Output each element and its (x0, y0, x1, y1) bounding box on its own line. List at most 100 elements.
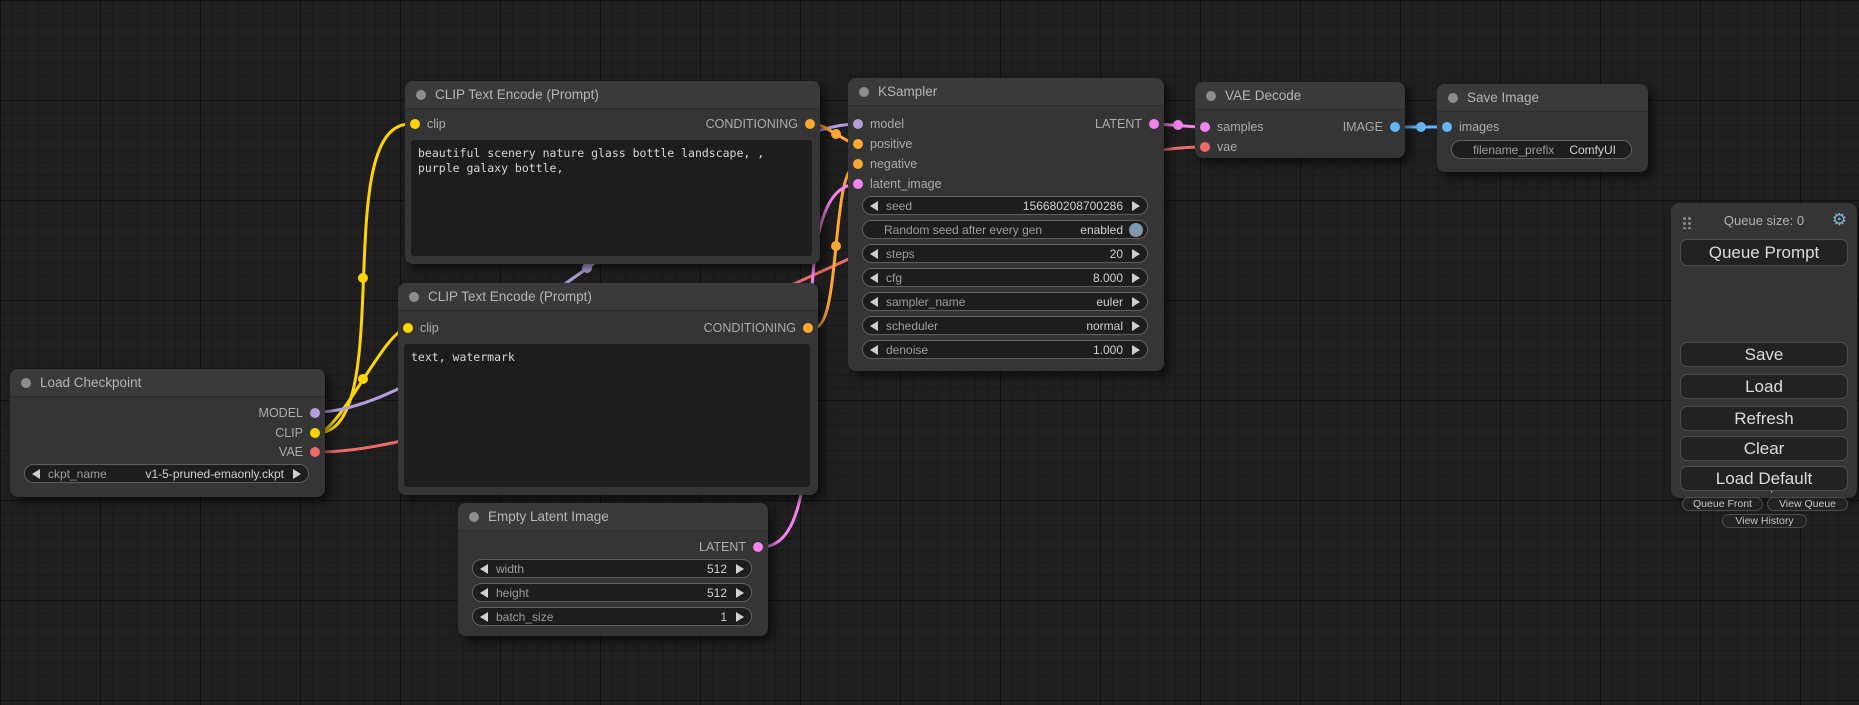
widget-height[interactable]: height 512 (472, 583, 752, 602)
queue-prompt-button[interactable]: Queue Prompt (1680, 239, 1848, 266)
node-header[interactable]: Load Checkpoint (10, 369, 325, 397)
input-slot-clip[interactable]: clip (403, 319, 439, 337)
widget-random-seed[interactable]: Random seed after every gen enabled (862, 220, 1148, 239)
output-slot-clip[interactable]: CLIP (275, 424, 320, 442)
widget-cfg[interactable]: cfg 8.000 (862, 268, 1148, 287)
image-port-icon[interactable] (1442, 122, 1452, 132)
widget-width[interactable]: width 512 (472, 559, 752, 578)
node-header[interactable]: CLIP Text Encode (Prompt) (398, 283, 818, 311)
prev-value-arrow-icon[interactable] (480, 588, 488, 598)
next-value-arrow-icon[interactable] (736, 588, 744, 598)
output-slot-latent[interactable]: LATENT (1095, 115, 1159, 133)
node-clip-text-encode-positive[interactable]: CLIP Text Encode (Prompt) clip CONDITION… (405, 81, 820, 264)
widget-denoise[interactable]: denoise 1.000 (862, 340, 1148, 359)
node-empty-latent-image[interactable]: Empty Latent Image LATENT width 512 heig… (458, 503, 768, 636)
next-value-arrow-icon[interactable] (293, 469, 301, 479)
node-header[interactable]: Save Image (1437, 84, 1648, 112)
next-value-arrow-icon[interactable] (1132, 249, 1140, 259)
input-slot-samples[interactable]: samples (1200, 118, 1264, 136)
collapse-dot-icon[interactable] (416, 90, 426, 100)
clip-port-icon[interactable] (403, 323, 413, 333)
prev-value-arrow-icon[interactable] (870, 321, 878, 331)
node-vae-decode[interactable]: VAE Decode samples vae IMAGE (1195, 82, 1405, 158)
widget-filename-prefix[interactable]: filename_prefix ComfyUI (1451, 140, 1632, 159)
widget-sampler-name[interactable]: sampler_name euler (862, 292, 1148, 311)
latent-port-icon[interactable] (1200, 122, 1210, 132)
input-slot-vae[interactable]: vae (1200, 138, 1237, 156)
output-slot-conditioning[interactable]: CONDITIONING (706, 115, 815, 133)
next-value-arrow-icon[interactable] (1132, 201, 1140, 211)
prompt-textarea[interactable]: beautiful scenery nature glass bottle la… (411, 140, 812, 256)
input-slot-model[interactable]: model (853, 115, 904, 133)
input-slot-positive[interactable]: positive (853, 135, 912, 153)
toggle-on-icon[interactable] (1129, 223, 1143, 237)
prev-value-arrow-icon[interactable] (32, 469, 40, 479)
input-slot-images[interactable]: images (1442, 118, 1499, 136)
node-header[interactable]: VAE Decode (1195, 82, 1405, 110)
next-value-arrow-icon[interactable] (736, 612, 744, 622)
node-header[interactable]: KSampler (848, 78, 1164, 106)
collapse-dot-icon[interactable] (469, 512, 479, 522)
collapse-dot-icon[interactable] (21, 378, 31, 388)
load-button[interactable]: Load (1680, 374, 1848, 399)
view-history-button[interactable]: View History (1722, 514, 1807, 528)
model-port-icon[interactable] (310, 408, 320, 418)
next-value-arrow-icon[interactable] (736, 564, 744, 574)
next-value-arrow-icon[interactable] (1132, 345, 1140, 355)
node-header[interactable]: CLIP Text Encode (Prompt) (405, 81, 820, 109)
output-slot-conditioning[interactable]: CONDITIONING (704, 319, 813, 337)
widget-scheduler[interactable]: scheduler normal (862, 316, 1148, 335)
next-value-arrow-icon[interactable] (1132, 273, 1140, 283)
prev-value-arrow-icon[interactable] (870, 273, 878, 283)
latent-port-icon[interactable] (1149, 119, 1159, 129)
prev-value-arrow-icon[interactable] (870, 201, 878, 211)
conditioning-port-icon[interactable] (853, 139, 863, 149)
output-slot-image[interactable]: IMAGE (1343, 118, 1400, 136)
view-queue-button[interactable]: View Queue (1767, 497, 1848, 511)
conditioning-port-icon[interactable] (805, 119, 815, 129)
input-slot-latent-image[interactable]: latent_image (853, 175, 942, 193)
conditioning-port-icon[interactable] (853, 159, 863, 169)
prev-value-arrow-icon[interactable] (870, 345, 878, 355)
input-slot-negative[interactable]: negative (853, 155, 917, 173)
output-slot-model[interactable]: MODEL (259, 404, 320, 422)
node-clip-text-encode-negative[interactable]: CLIP Text Encode (Prompt) clip CONDITION… (398, 283, 818, 495)
prev-value-arrow-icon[interactable] (870, 297, 878, 307)
collapse-dot-icon[interactable] (409, 292, 419, 302)
widget-batch-size[interactable]: batch_size 1 (472, 607, 752, 626)
prompt-textarea[interactable]: text, watermark (404, 344, 810, 487)
save-button[interactable]: Save (1680, 342, 1848, 367)
node-save-image[interactable]: Save Image images filename_prefix ComfyU… (1437, 84, 1648, 172)
next-value-arrow-icon[interactable] (1132, 297, 1140, 307)
queue-front-button[interactable]: Queue Front (1682, 497, 1763, 511)
clip-port-icon[interactable] (310, 428, 320, 438)
latent-port-icon[interactable] (853, 179, 863, 189)
clear-button[interactable]: Clear (1680, 436, 1848, 461)
widget-steps[interactable]: steps 20 (862, 244, 1148, 263)
prev-value-arrow-icon[interactable] (870, 249, 878, 259)
next-value-arrow-icon[interactable] (1132, 321, 1140, 331)
vae-port-icon[interactable] (1200, 142, 1210, 152)
output-slot-vae[interactable]: VAE (279, 443, 320, 461)
latent-port-icon[interactable] (753, 542, 763, 552)
collapse-dot-icon[interactable] (1448, 93, 1458, 103)
output-slot-latent[interactable]: LATENT (699, 538, 763, 556)
load-default-button[interactable]: Load Default (1680, 466, 1848, 491)
model-port-icon[interactable] (853, 119, 863, 129)
refresh-button[interactable]: Refresh (1680, 406, 1848, 431)
collapse-dot-icon[interactable] (859, 87, 869, 97)
conditioning-port-icon[interactable] (803, 323, 813, 333)
node-ksampler[interactable]: KSampler model positive negative latent_… (848, 78, 1164, 371)
node-load-checkpoint[interactable]: Load Checkpoint MODEL CLIP VAE ckpt_name… (10, 369, 325, 497)
settings-gear-icon[interactable]: ⚙ (1832, 211, 1847, 228)
prev-value-arrow-icon[interactable] (480, 612, 488, 622)
node-header[interactable]: Empty Latent Image (458, 503, 768, 531)
collapse-dot-icon[interactable] (1206, 91, 1216, 101)
vae-port-icon[interactable] (310, 447, 320, 457)
widget-ckpt-name[interactable]: ckpt_name v1-5-pruned-emaonly.ckpt (24, 464, 309, 483)
widget-seed[interactable]: seed 156680208700286 (862, 196, 1148, 215)
input-slot-clip[interactable]: clip (410, 115, 446, 133)
clip-port-icon[interactable] (410, 119, 420, 129)
image-port-icon[interactable] (1390, 122, 1400, 132)
prev-value-arrow-icon[interactable] (480, 564, 488, 574)
